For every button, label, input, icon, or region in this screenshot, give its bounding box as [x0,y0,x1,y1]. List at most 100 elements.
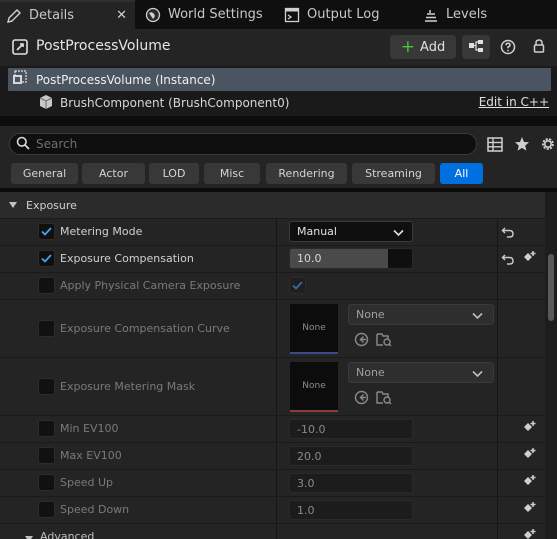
column-divider [276,443,277,469]
filter-actor[interactable]: Actor [82,163,145,184]
chevron-down-icon [472,310,483,323]
override-checkbox[interactable] [38,277,55,294]
exposure-compensation-slider[interactable]: 10.0 [289,248,413,269]
value-checkbox[interactable] [289,277,306,294]
component-tree: PostProcessVolume (Instance) BrushCompon… [0,66,557,116]
override-checkbox[interactable] [38,474,55,491]
help-icon[interactable] [500,39,516,58]
tab-output-log[interactable]: Output Log [284,0,404,29]
volume-icon [12,70,28,89]
reset-to-default-icon[interactable] [501,225,515,242]
override-checkbox[interactable] [38,320,55,337]
property-min-ev100: Min EV100 -10.0 [0,416,545,442]
column-divider [276,273,277,299]
divider [0,116,557,126]
column-divider [276,246,277,272]
slider-value: 10.0 [297,252,322,265]
keyframe-icon[interactable] [521,501,537,520]
plus-icon: + [400,36,416,57]
metering-mode-dropdown[interactable]: Manual [289,221,413,242]
search-placeholder: Search [36,137,78,151]
property-apply-physical-camera-exposure: Apply Physical Camera Exposure [0,273,545,299]
property-label: Min EV100 [60,422,119,435]
min-ev100-input[interactable]: -10.0 [289,419,413,439]
category-exposure[interactable]: Exposure [0,192,557,218]
tree-item-instance[interactable]: PostProcessVolume (Instance) [8,68,551,91]
asset-thumbnail[interactable]: None [290,362,338,412]
keyframe-icon[interactable] [521,528,537,539]
override-checkbox[interactable] [38,250,55,267]
filter-general[interactable]: General [11,163,78,184]
tab-label: World Settings [168,7,263,22]
scrollbar-thumb[interactable] [548,254,554,321]
filter-rendering[interactable]: Rendering [266,163,347,184]
keyframe-icon[interactable] [521,474,537,493]
filter-streaming[interactable]: Streaming [352,163,435,184]
tab-world-settings[interactable]: World Settings [145,0,275,29]
blueprint-button[interactable] [462,35,490,59]
reset-to-default-icon[interactable] [501,252,515,269]
keyframe-icon[interactable] [521,447,537,466]
search-icon [16,136,30,153]
page-title: PostProcessVolume [36,38,171,54]
brush-label: BrushComponent (BrushComponent0) [60,96,290,110]
max-ev100-input[interactable]: 20.0 [289,446,413,466]
thumbnail-label: None [302,381,326,391]
filter-misc[interactable]: Misc [204,163,260,184]
column-divider [276,497,277,523]
override-checkbox[interactable] [38,501,55,518]
use-selected-icon[interactable] [354,390,369,408]
add-button[interactable]: + Add [390,35,456,59]
override-checkbox[interactable] [38,378,55,395]
asset-thumbnail[interactable]: None [290,304,338,354]
column-divider [497,358,498,415]
tree-item-brush[interactable]: BrushComponent (BrushComponent0) Edit in… [8,92,551,114]
speed-down-input[interactable]: 1.0 [289,500,413,520]
property-label: Speed Up [60,476,114,489]
override-checkbox[interactable] [38,420,55,437]
cube-icon [38,94,54,113]
column-divider [497,273,498,299]
keyframe-icon[interactable] [521,420,537,439]
tab-levels[interactable]: Levels [423,0,513,29]
tab-label: Levels [446,7,488,22]
column-divider [497,524,498,539]
close-icon[interactable]: ✕ [116,8,127,23]
dropdown-value: None [356,366,385,379]
search-bar: Search [0,126,557,162]
property-label: Exposure Compensation [60,252,194,265]
browse-icon[interactable] [376,332,392,350]
category-label: Exposure [26,198,77,212]
edit-in-cpp-link[interactable]: Edit in C++ [479,95,549,109]
subcategory-advanced[interactable]: Advanced [0,524,545,539]
override-checkbox[interactable] [38,223,55,240]
filter-all[interactable]: All [440,163,483,184]
column-divider [497,300,498,357]
tab-details[interactable]: Details ✕ [0,0,135,29]
asset-picker-dropdown[interactable]: None [348,362,494,383]
asset-picker-dropdown[interactable]: None [348,304,494,325]
table-view-icon[interactable] [487,137,503,155]
filter-lod[interactable]: LOD [149,163,199,184]
property-label: Metering Mode [60,225,143,238]
column-divider [497,219,498,245]
search-input[interactable]: Search [9,133,477,155]
vertical-scrollbar[interactable] [545,192,557,539]
pencil-icon [6,8,22,24]
use-selected-icon[interactable] [354,332,369,350]
speed-up-input[interactable]: 3.0 [289,473,413,493]
column-divider [497,246,498,272]
settings-gear-icon[interactable] [539,135,557,156]
lock-icon[interactable] [531,38,547,57]
details-header: PostProcessVolume + Add [0,29,557,66]
override-checkbox[interactable] [38,447,55,464]
star-icon[interactable] [514,136,530,155]
browse-icon[interactable] [376,390,392,408]
property-label: Max EV100 [60,449,122,462]
hierarchy-icon [468,39,484,56]
column-divider [276,524,277,539]
property-exposure-metering-mask: Exposure Metering Mask None None [0,358,545,415]
dropdown-value: Manual [297,225,337,238]
actor-icon [12,39,28,58]
keyframe-icon[interactable] [521,250,537,269]
